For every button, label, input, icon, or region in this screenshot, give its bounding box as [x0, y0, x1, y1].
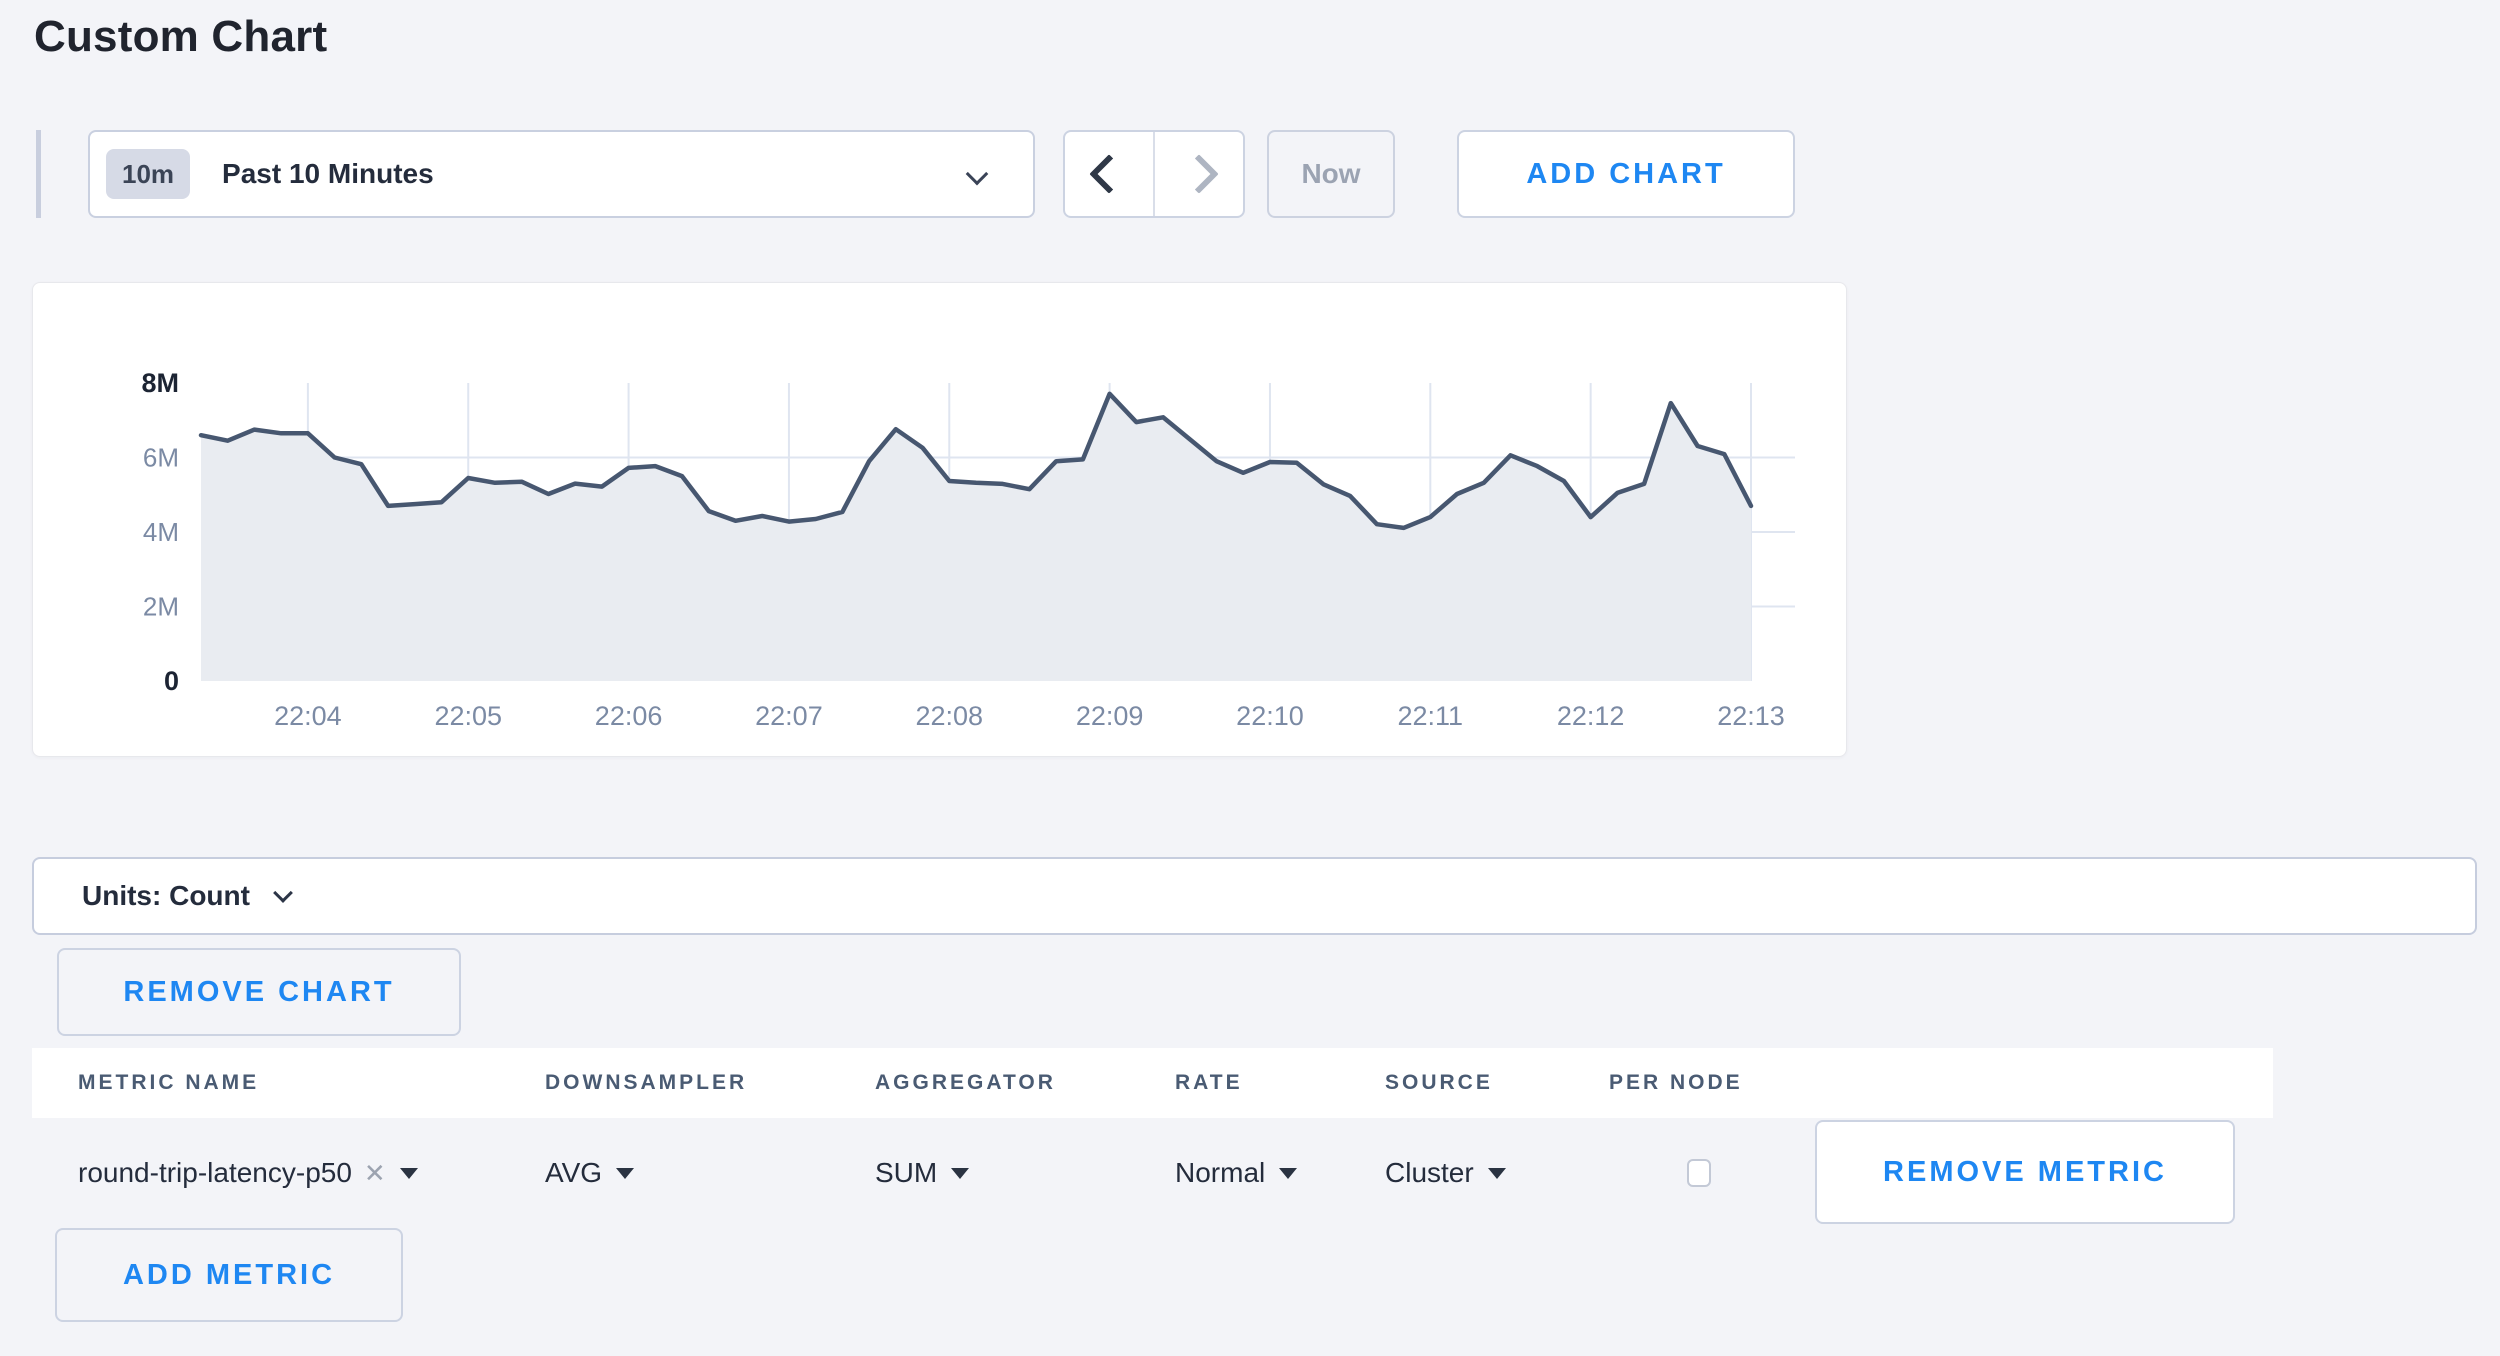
source-dropdown[interactable]: Cluster	[1385, 1157, 1609, 1189]
metrics-table-header: METRIC NAME DOWNSAMPLER AGGREGATOR RATE …	[32, 1048, 2273, 1118]
caret-down-icon	[951, 1168, 969, 1179]
per-node-checkbox[interactable]	[1687, 1159, 1711, 1187]
chart-area-fill	[201, 394, 1751, 681]
x-axis-tick-label: 22:05	[434, 701, 502, 731]
time-range-dropdown[interactable]: 10m Past 10 Minutes	[88, 130, 1035, 218]
column-header-rate: RATE	[1175, 1071, 1385, 1095]
rate-value: Normal	[1175, 1157, 1265, 1189]
chevron-down-icon	[966, 163, 989, 186]
y-axis-tick-label: 2M	[143, 592, 179, 622]
column-header-source: SOURCE	[1385, 1071, 1609, 1095]
downsampler-dropdown[interactable]: AVG	[545, 1157, 875, 1189]
y-axis-tick-label: 8M	[141, 368, 179, 398]
chevron-right-icon	[1179, 154, 1219, 194]
time-toolbar: 10m Past 10 Minutes Now ADD CHART	[36, 130, 1795, 218]
x-axis-tick-label: 22:07	[755, 701, 823, 731]
x-axis-tick-label: 22:09	[1076, 701, 1144, 731]
x-axis-tick-label: 22:08	[915, 701, 983, 731]
add-metric-button[interactable]: ADD METRIC	[55, 1228, 403, 1322]
column-header-metric-name: METRIC NAME	[32, 1071, 545, 1095]
caret-down-icon	[616, 1168, 634, 1179]
remove-metric-button[interactable]: REMOVE METRIC	[1815, 1120, 2235, 1224]
x-axis-tick-label: 22:12	[1557, 701, 1625, 731]
metric-area-chart[interactable]: 0 2M 4M 6M 8M 22:04 22:05 22:06 22:07 22:08 22:09 2…	[33, 283, 1844, 754]
rate-dropdown[interactable]: Normal	[1175, 1157, 1385, 1189]
time-nav-group	[1063, 130, 1245, 218]
toolbar-accent-bar	[36, 130, 41, 218]
column-header-aggregator: AGGREGATOR	[875, 1071, 1175, 1095]
x-axis-tick-label: 22:04	[274, 701, 342, 731]
per-node-cell	[1609, 1159, 1789, 1187]
remove-tag-icon[interactable]: ✕	[364, 1158, 386, 1189]
x-axis-tick-label: 22:11	[1398, 701, 1464, 731]
add-chart-button[interactable]: ADD CHART	[1457, 130, 1795, 218]
caret-down-icon	[1488, 1168, 1506, 1179]
x-axis-tick-label: 22:13	[1717, 701, 1785, 731]
column-header-per-node: PER NODE	[1609, 1071, 1743, 1095]
x-axis-tick-label: 22:10	[1236, 701, 1304, 731]
caret-down-icon	[400, 1168, 418, 1179]
x-axis-tick-label: 22:06	[595, 701, 663, 731]
metric-name-value: round-trip-latency-p50	[78, 1157, 352, 1189]
units-dropdown[interactable]: Units: Count	[32, 857, 2477, 935]
metric-table-row: round-trip-latency-p50 ✕ AVG SUM Normal …	[32, 1118, 2273, 1228]
time-prev-button[interactable]	[1065, 132, 1153, 216]
caret-down-icon	[1279, 1168, 1297, 1179]
source-value: Cluster	[1385, 1157, 1474, 1189]
metric-name-dropdown[interactable]: round-trip-latency-p50 ✕	[32, 1157, 545, 1189]
time-range-badge: 10m	[106, 149, 190, 199]
chevron-left-icon	[1089, 154, 1129, 194]
time-range-label: Past 10 Minutes	[222, 158, 434, 190]
chart-card: 0 2M 4M 6M 8M 22:04 22:05 22:06 22:07 22:08 22:09 2…	[32, 282, 1847, 757]
chevron-down-icon	[273, 883, 293, 903]
units-label: Units: Count	[82, 880, 250, 912]
custom-chart-page: Custom Chart 10m Past 10 Minutes Now ADD…	[0, 0, 2500, 1356]
page-title: Custom Chart	[34, 12, 327, 62]
y-axis-tick-label: 4M	[143, 517, 179, 547]
time-next-button[interactable]	[1153, 132, 1243, 216]
now-button[interactable]: Now	[1267, 130, 1395, 218]
downsampler-value: AVG	[545, 1157, 602, 1189]
aggregator-dropdown[interactable]: SUM	[875, 1157, 1175, 1189]
y-axis-tick-label: 6M	[143, 443, 179, 473]
y-axis-tick-label: 0	[164, 666, 179, 696]
column-header-downsampler: DOWNSAMPLER	[545, 1071, 875, 1095]
aggregator-value: SUM	[875, 1157, 937, 1189]
remove-chart-button[interactable]: REMOVE CHART	[57, 948, 461, 1036]
